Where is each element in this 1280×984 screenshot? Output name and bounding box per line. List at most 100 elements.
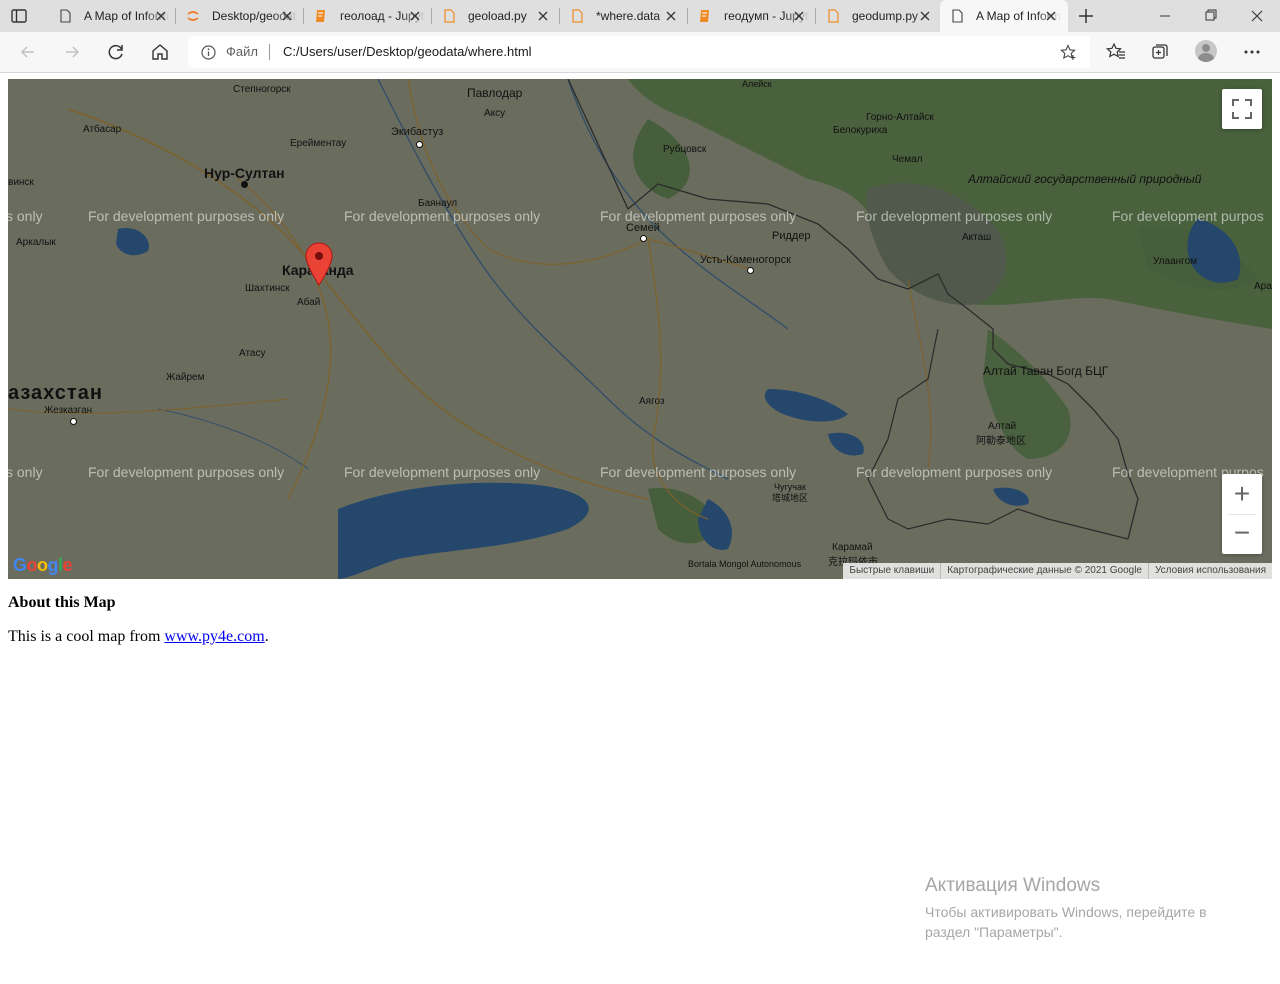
tab-map-information-1[interactable]: A Map of Information xyxy=(48,0,174,32)
map-label-rubtsovsk: Рубцовск xyxy=(663,144,707,155)
page-paragraph: This is a cool map from www.py4e.com. xyxy=(8,628,269,646)
close-icon[interactable] xyxy=(156,11,166,21)
zoom-in-button[interactable]: + xyxy=(1222,474,1262,514)
map-label-chemal: Чемал xyxy=(892,154,923,165)
refresh-icon[interactable] xyxy=(106,42,126,62)
info-icon[interactable] xyxy=(201,45,216,60)
more-menu-icon[interactable] xyxy=(1242,42,1262,62)
map-label-aksu: Аксу xyxy=(484,108,506,119)
close-icon[interactable] xyxy=(282,11,292,21)
minimize-icon[interactable] xyxy=(1142,0,1188,32)
terms-of-use-link[interactable]: Условия использования xyxy=(1148,563,1272,579)
map-label-chuguchak-zh: 塔城地区 xyxy=(772,493,809,503)
map-label-abay: Абай xyxy=(297,297,321,308)
map-label-zhezkazgan: Жезказган xyxy=(44,405,93,416)
map-label-zhayrem: Жайрем xyxy=(166,372,205,383)
zoom-control: + − xyxy=(1222,474,1262,554)
close-icon[interactable] xyxy=(410,11,420,21)
map-dot xyxy=(747,267,754,274)
tab-where-data[interactable]: *where.data xyxy=(560,0,686,32)
map-label-ust-kamenogorsk: Усть-Каменогорск xyxy=(700,254,791,266)
restore-icon[interactable] xyxy=(1188,0,1234,32)
dev-watermark: s only xyxy=(8,208,43,224)
tab-geodump-py[interactable]: geodump.py xyxy=(816,0,940,32)
collections-icon[interactable] xyxy=(1150,42,1170,62)
map-label-ulaangom: Улаангом xyxy=(1153,256,1198,267)
close-icon[interactable] xyxy=(920,11,930,21)
notebook-icon xyxy=(700,10,709,22)
tab-map-information-active[interactable]: A Map of Information xyxy=(940,0,1068,32)
close-icon[interactable] xyxy=(666,11,676,21)
jupyter-icon xyxy=(187,11,199,21)
address-divider xyxy=(269,44,270,60)
py4e-link[interactable]: www.py4e.com xyxy=(164,628,264,645)
location-marker-icon[interactable] xyxy=(305,242,333,286)
zoom-out-button[interactable]: − xyxy=(1222,514,1262,554)
close-icon[interactable] xyxy=(794,11,804,21)
paragraph-period: . xyxy=(264,628,269,645)
map-dot xyxy=(241,181,248,188)
map-label-vinsk: винск xyxy=(8,177,34,188)
dev-watermark: For development purposes only xyxy=(344,208,541,224)
tab-geoload-notebook[interactable]: геолоад - Jupyter xyxy=(304,0,430,32)
activation-subtitle-line1: Чтобы активировать Windows, перейдите в xyxy=(925,904,1207,920)
map-label-aleysk: Алейск xyxy=(742,79,772,89)
map-data-credit: Картографические данные © 2021 Google xyxy=(940,563,1148,579)
home-icon[interactable] xyxy=(150,42,170,62)
map-label-nursultan: Нур-Султан xyxy=(204,165,285,181)
file-icon xyxy=(828,9,839,23)
forward-icon[interactable] xyxy=(62,42,82,62)
add-favorite-icon[interactable] xyxy=(1060,44,1077,61)
back-icon[interactable] xyxy=(18,42,38,62)
map-dot xyxy=(416,141,423,148)
url-text[interactable]: C:/Users/user/Desktop/geodata/where.html xyxy=(283,44,532,59)
tab-strip: A Map of Information Desktop/geodata гео… xyxy=(0,0,1280,32)
dev-watermark: For development purposes only xyxy=(88,208,285,224)
dev-watermark: For development purposes only xyxy=(856,208,1053,224)
new-tab-icon[interactable] xyxy=(1077,7,1095,25)
map-dot xyxy=(70,418,77,425)
map-label-bortala: Bortala Mongol Autonomous xyxy=(688,559,802,569)
close-icon[interactable] xyxy=(1046,11,1056,21)
map-label-belokurikha: Белокуриха xyxy=(833,125,888,136)
tab-geodump-notebook[interactable]: геодумп - Jupyter xyxy=(688,0,814,32)
tab-actions-icon[interactable] xyxy=(10,7,28,25)
keyboard-shortcuts-link[interactable]: Быстрые клавиши xyxy=(843,563,940,579)
tab-geoload-py[interactable]: geoload.py xyxy=(432,0,558,32)
map-label-stepnogorsk: Степногорск xyxy=(233,84,291,95)
tab-jupyter-desktop[interactable]: Desktop/geodata xyxy=(176,0,302,32)
profile-avatar[interactable] xyxy=(1195,40,1217,62)
google-map[interactable]: s only For development purposes only For… xyxy=(8,79,1272,579)
dev-watermark: For development purposes only xyxy=(344,464,541,480)
window-close-icon[interactable] xyxy=(1234,0,1280,32)
map-label-kazakhstan: азахстан xyxy=(8,382,103,404)
map-label-altay-cn: Алтай xyxy=(988,421,1017,432)
dev-watermark: For development purpos xyxy=(1112,208,1264,224)
dev-watermark: s only xyxy=(8,464,43,480)
map-dim-overlay xyxy=(8,79,1272,579)
map-label-atasu: Атасу xyxy=(239,348,266,359)
page-icon xyxy=(60,9,71,23)
map-label-altai-reserve: Алтайский государственный природный xyxy=(968,172,1202,186)
page-heading: About this Map xyxy=(8,594,116,611)
activation-title: Активация Windows xyxy=(925,875,1101,896)
map-dot xyxy=(640,235,647,242)
google-logo[interactable]: Google xyxy=(13,555,73,576)
url-scheme-label: Файл xyxy=(226,44,258,59)
map-label-ayagoz: Аягоз xyxy=(639,396,665,407)
browser-toolbar: Файл C:/Users/user/Desktop/geodata/where… xyxy=(0,32,1280,73)
map-label-shakhtinsk: Шахтинск xyxy=(245,283,290,294)
map-label-atbasar: Атбасар xyxy=(83,124,122,135)
address-bar[interactable]: Файл C:/Users/user/Desktop/geodata/where… xyxy=(188,36,1090,68)
paragraph-text: This is a cool map from xyxy=(8,628,165,645)
close-icon[interactable] xyxy=(538,11,548,21)
dev-watermark: For development purposes only xyxy=(856,464,1053,480)
map-label-aktash: Акташ xyxy=(962,232,992,243)
dev-watermark: For development purposes only xyxy=(600,464,797,480)
file-icon xyxy=(572,9,583,23)
map-label-gorno-altaysk: Горно-Алтайск xyxy=(866,112,934,123)
map-label-arkalyk: Аркалык xyxy=(16,237,56,248)
favorites-icon[interactable] xyxy=(1106,42,1126,62)
fullscreen-button[interactable] xyxy=(1222,89,1262,129)
windows-activation-watermark: Активация Windows Чтобы активировать Win… xyxy=(925,875,1207,942)
